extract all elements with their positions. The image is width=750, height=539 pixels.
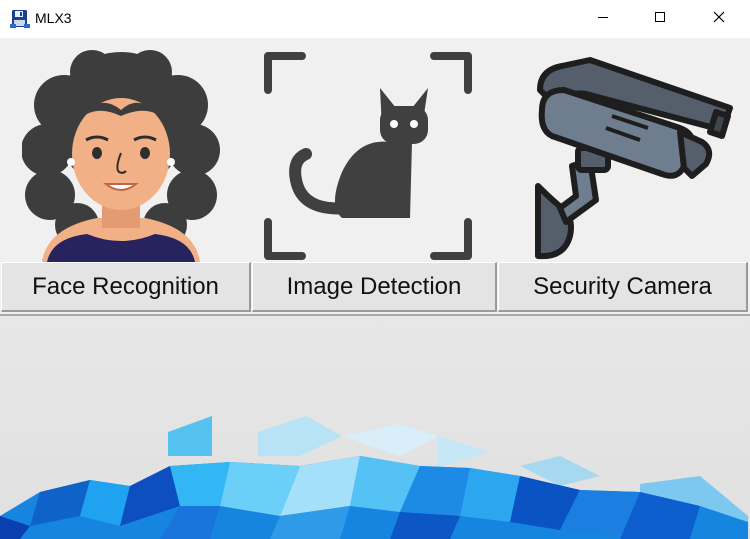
security-camera-button[interactable]: Security Camera	[498, 262, 748, 312]
cctv-camera-icon	[530, 50, 735, 262]
maximize-button[interactable]	[637, 0, 683, 38]
maximize-icon	[654, 10, 666, 28]
minimize-icon	[597, 10, 609, 28]
title-bar: MLX3	[0, 0, 750, 38]
floppy-disk-icon	[10, 9, 30, 29]
close-icon	[713, 10, 725, 28]
close-button[interactable]	[696, 0, 742, 38]
banner-image	[0, 314, 750, 539]
face-recognition-button[interactable]: Face Recognition	[1, 262, 251, 312]
woman-face-icon	[21, 50, 220, 262]
cat-detection-frame-icon	[262, 50, 474, 262]
minimize-button[interactable]	[580, 0, 626, 38]
image-detection-button[interactable]: Image Detection	[252, 262, 497, 312]
main-panel: Face Recognition Image Detection Securit…	[0, 38, 750, 539]
window-title: MLX3	[35, 10, 72, 26]
